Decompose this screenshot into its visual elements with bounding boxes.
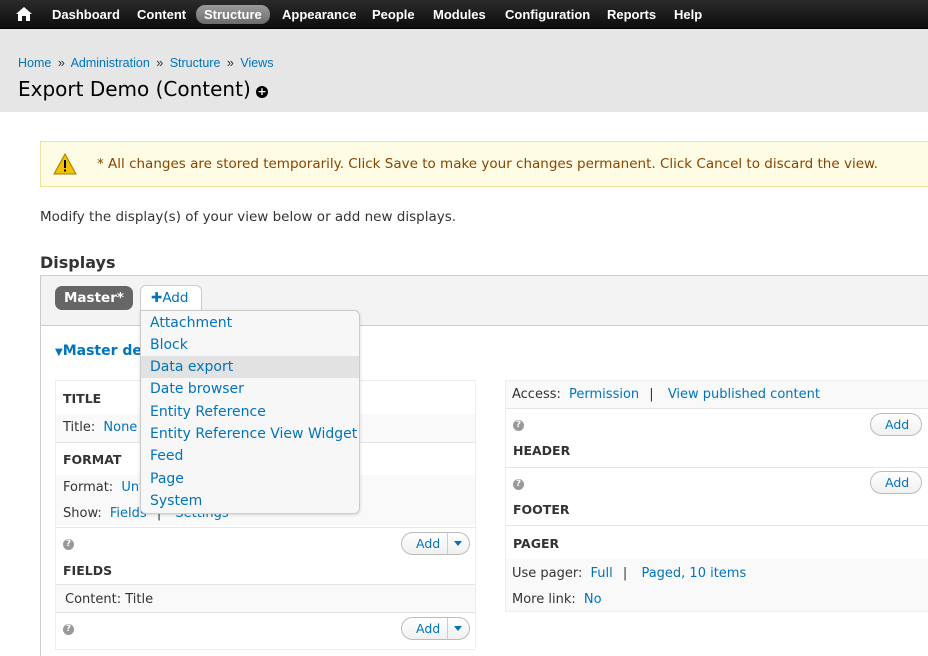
divider [506, 467, 928, 468]
menu-appearance[interactable]: Appearance [282, 6, 356, 23]
breadcrumb-separator: » [226, 56, 234, 70]
menu-reports[interactable]: Reports [607, 6, 656, 23]
caret-down-icon [454, 541, 462, 546]
master-details-label: Master de [62, 343, 142, 359]
breadcrumb-separator: » [57, 56, 65, 70]
filter-add-label: Add [416, 621, 441, 636]
breadcrumb-separator: » [156, 56, 164, 70]
divider [506, 408, 928, 409]
help-icon[interactable]: ? [513, 420, 524, 431]
help-icon[interactable]: ? [513, 479, 524, 490]
title-row-text: Title: None [63, 420, 137, 435]
access-permission-link[interactable]: Permission [569, 387, 639, 402]
triangle-down-icon: ▼ [55, 347, 63, 358]
home-icon[interactable] [16, 7, 32, 21]
dropdown-item-feed[interactable]: Feed [141, 445, 359, 467]
menu-help[interactable]: Help [674, 6, 702, 23]
add-display-label: Add [162, 290, 189, 306]
access-separator: | [649, 387, 654, 402]
title-value-link[interactable]: None [103, 420, 137, 435]
menu-configuration[interactable]: Configuration [505, 6, 590, 23]
right-column: Access: Permission | View published cont… [505, 380, 928, 612]
add-display-button[interactable]: ✚Add [140, 285, 202, 312]
dropdown-item-entity-reference[interactable]: Entity Reference [141, 401, 359, 423]
add-shortcut-icon[interactable]: + [256, 86, 268, 98]
menu-dashboard[interactable]: Dashboard [52, 6, 120, 23]
access-row-text: Access: Permission | View published cont… [512, 387, 820, 402]
header-add-button[interactable]: Add [870, 413, 922, 436]
breadcrumb-views[interactable]: Views [240, 56, 273, 70]
breadcrumb-home[interactable]: Home [18, 56, 51, 70]
fields-add-button[interactable]: Add [401, 532, 470, 555]
plus-icon: ✚ [151, 290, 163, 306]
dropdown-item-block[interactable]: Block [141, 334, 359, 356]
divider [56, 527, 475, 528]
dropdown-item-attachment[interactable]: Attachment [141, 312, 359, 334]
pager-heading: PAGER [513, 536, 560, 551]
menu-content[interactable]: Content [137, 6, 186, 23]
breadcrumb-administration[interactable]: Administration [71, 56, 150, 70]
more-link-label: More link: [512, 592, 576, 607]
header-heading: HEADER [513, 443, 571, 458]
page-header: Home » Administration » Structure » View… [0, 29, 928, 112]
pager-full-link[interactable]: Full [591, 566, 613, 581]
breadcrumb-structure[interactable]: Structure [170, 56, 221, 70]
dropdown-item-page[interactable]: Page [141, 468, 359, 490]
title-label: Title: [63, 420, 96, 435]
show-label: Show: [63, 506, 102, 521]
fields-add-label: Add [416, 536, 441, 551]
pager-paged-link[interactable]: Paged, 10 items [641, 566, 746, 581]
fields-add-dropdown[interactable] [447, 533, 469, 554]
dropdown-item-entity-reference-view-widget[interactable]: Entity Reference View Widget [141, 423, 359, 445]
admin-toolbar: Dashboard Content Structure Appearance P… [0, 0, 928, 29]
pager-row-text: Use pager: Full | Paged, 10 items [512, 566, 746, 581]
format-row-text: Format: Unf [63, 480, 144, 495]
footer-add-label: Add [885, 475, 910, 490]
footer-add-button[interactable]: Add [870, 471, 922, 494]
header-add-label: Add [885, 417, 910, 432]
warning-icon [53, 153, 77, 175]
divider [506, 525, 928, 526]
format-label: Format: [63, 480, 114, 495]
fields-heading: FIELDS [63, 563, 113, 578]
filter-add-button[interactable]: Add [401, 617, 470, 640]
footer-heading: FOOTER [513, 502, 570, 517]
dropdown-item-system[interactable]: System [141, 490, 359, 512]
displays-heading: Displays [40, 253, 116, 272]
help-icon[interactable]: ? [63, 624, 74, 635]
pager-separator: | [622, 566, 628, 581]
title-heading: TITLE [63, 391, 102, 406]
menu-people[interactable]: People [372, 6, 415, 23]
caret-down-icon [454, 626, 462, 631]
field-content-title-link[interactable]: Content: Title [65, 592, 153, 607]
tab-master[interactable]: Master* [55, 286, 133, 310]
warning-text: * All changes are stored temporarily. Cl… [97, 156, 879, 172]
divider [56, 612, 475, 613]
more-link-value[interactable]: No [584, 592, 602, 607]
warning-message: * All changes are stored temporarily. Cl… [40, 141, 928, 187]
pager-label: Use pager: [512, 566, 583, 581]
help-icon[interactable]: ? [63, 539, 74, 550]
access-value-link[interactable]: View published content [668, 387, 820, 402]
intro-text: Modify the display(s) of your view below… [40, 209, 457, 225]
page-title: Export Demo (Content) [18, 77, 251, 101]
master-details-toggle[interactable]: ▼Master de [55, 343, 142, 359]
add-display-dropdown: Attachment Block Data export Date browse… [140, 310, 360, 514]
dropdown-item-data-export[interactable]: Data export [141, 356, 359, 378]
breadcrumb: Home » Administration » Structure » View… [18, 56, 273, 70]
menu-structure[interactable]: Structure [196, 5, 270, 24]
filter-add-dropdown[interactable] [447, 618, 469, 639]
access-label: Access: [512, 387, 561, 402]
menu-modules[interactable]: Modules [433, 6, 486, 23]
dropdown-item-date-browser[interactable]: Date browser [141, 378, 359, 400]
more-link-row-text: More link: No [512, 592, 602, 607]
format-heading: FORMAT [63, 452, 122, 467]
